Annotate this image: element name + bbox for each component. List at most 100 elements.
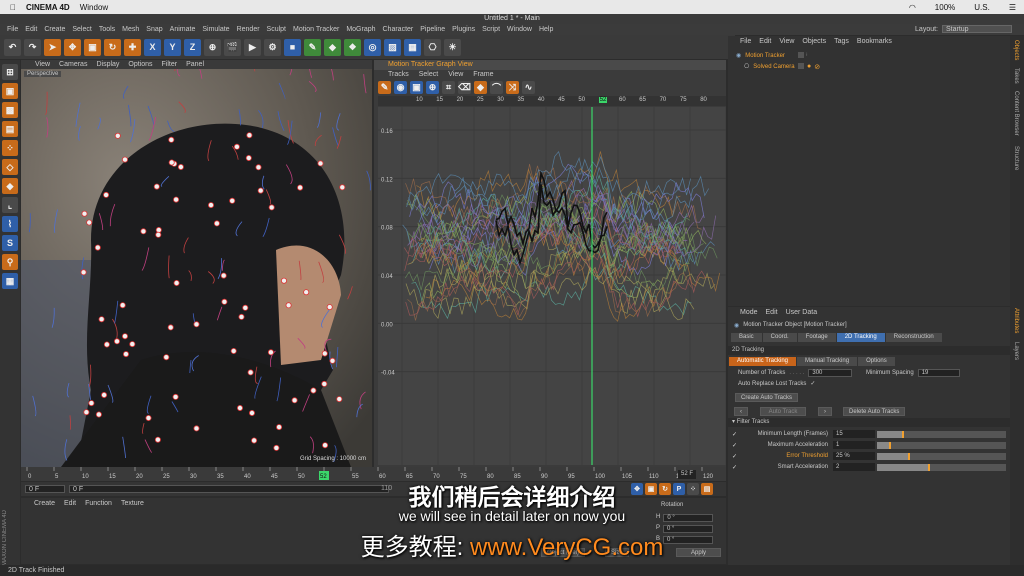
redo-icon[interactable]: ↷ (24, 38, 41, 56)
tab-layers[interactable]: Layers (1013, 342, 1019, 360)
rotate-tool-icon[interactable]: ↻ (104, 38, 121, 56)
track-point[interactable] (339, 184, 346, 191)
attr-tab-4[interactable]: Reconstruction (885, 333, 942, 342)
points-mode-icon[interactable]: ⁘ (2, 140, 18, 156)
graph-tool-curve-icon[interactable]: ⌒ (490, 81, 503, 94)
undo-icon[interactable]: ↶ (4, 38, 21, 56)
track-point[interactable] (193, 425, 200, 432)
track-point[interactable] (167, 324, 174, 331)
track-point[interactable] (247, 369, 254, 376)
track-point[interactable] (80, 269, 87, 276)
graph-tool-frame-icon[interactable]: ▣ (410, 81, 423, 94)
graph-tool-smooth-icon[interactable]: ∿ (522, 81, 535, 94)
track-point[interactable] (268, 204, 275, 211)
tweak-icon[interactable]: ⌇ (2, 216, 18, 232)
light-icon[interactable]: ☀ (444, 38, 461, 56)
track-point[interactable] (140, 228, 147, 235)
track-point[interactable] (246, 132, 253, 139)
track-point[interactable] (291, 397, 298, 404)
track-point[interactable] (329, 357, 336, 364)
track-point[interactable] (168, 136, 175, 143)
object-solved-camera[interactable]: ⎔ Solved Camera (744, 63, 795, 71)
graph-menu-item-1[interactable]: Select (419, 70, 438, 79)
filter-value[interactable]: 15 (833, 430, 875, 438)
filter-slider-knob[interactable] (908, 452, 911, 460)
snap-icon[interactable]: S (2, 235, 18, 251)
track-point[interactable] (280, 277, 287, 284)
layout-dropdown[interactable]: Startup (942, 25, 1012, 33)
camera-icon[interactable]: ⎔ (424, 38, 441, 56)
menu-extra-icon[interactable]: ☰ (1009, 3, 1016, 12)
scale-tool-icon[interactable]: ▣ (84, 38, 101, 56)
graph-tool-track-icon[interactable]: ◉ (394, 81, 407, 94)
menu-item-4[interactable]: Tools (99, 26, 115, 33)
track-point[interactable] (163, 354, 170, 361)
track-point[interactable] (257, 187, 264, 194)
filter-checkbox[interactable]: ✓ (732, 453, 739, 460)
menu-item-15[interactable]: Plugins (452, 26, 475, 33)
render-picture-viewer-icon[interactable]: ▶ (244, 38, 261, 56)
auto-replace-checkbox[interactable]: ✓ (810, 380, 815, 387)
tag-icon[interactable]: ● (807, 63, 811, 71)
track-point[interactable] (145, 414, 152, 421)
model-mode-icon[interactable]: ▣ (2, 83, 18, 99)
track-point[interactable] (98, 316, 105, 323)
y-axis-icon[interactable]: Y (164, 38, 181, 56)
track-point[interactable] (251, 437, 258, 444)
texture-mode-icon[interactable]: ▩ (2, 102, 18, 118)
track-point[interactable] (248, 409, 255, 416)
tab-structure[interactable]: Structure (1013, 146, 1019, 170)
viewport-menu-item-0[interactable]: View (35, 60, 50, 69)
camera-tags[interactable]: ● ⊘ (798, 63, 820, 71)
track-point[interactable] (94, 244, 101, 251)
filter-checkbox[interactable]: ✓ (732, 431, 739, 438)
viewport-menu-item-3[interactable]: Options (128, 60, 152, 69)
create-auto-tracks-button[interactable]: Create Auto Tracks (735, 393, 799, 402)
min-spacing-input[interactable]: 19 (917, 369, 960, 377)
subtab-2[interactable]: Options (858, 357, 895, 366)
graph-tool-key-icon[interactable]: ◆ (474, 81, 487, 94)
track-point[interactable] (86, 219, 93, 226)
coordinate-system-icon[interactable]: ⊕ (204, 38, 221, 56)
menu-item-7[interactable]: Animate (170, 26, 196, 33)
subdivision-icon[interactable]: ◆ (324, 38, 341, 56)
viewport-menu-item-2[interactable]: Display (96, 60, 119, 69)
viewport[interactable] (21, 60, 372, 467)
floor-icon[interactable]: ▦ (404, 38, 421, 56)
num-tracks-input[interactable]: 300 (808, 369, 853, 377)
object-motion-tracker[interactable]: ◉ Motion Tracker (736, 52, 785, 60)
graph-tool-zoom-icon[interactable]: ⊕ (426, 81, 439, 94)
input-source[interactable]: U.S. (974, 3, 990, 12)
axis-mode-icon[interactable]: ⌞ (2, 197, 18, 213)
track-point[interactable] (83, 409, 90, 416)
window-menu[interactable]: Window (80, 3, 108, 12)
menu-item-18[interactable]: Help (539, 26, 553, 33)
track-point[interactable] (114, 338, 121, 345)
auto-track-prev-button[interactable]: ‹ (734, 407, 748, 416)
workplane-icon[interactable]: ▤ (2, 121, 18, 137)
filter-value[interactable]: 25 % (833, 452, 875, 460)
menu-item-0[interactable]: File (7, 26, 18, 33)
track-point[interactable] (267, 349, 274, 356)
track-point[interactable] (122, 333, 129, 340)
filter-slider-knob[interactable] (888, 441, 891, 449)
filter-slider[interactable] (877, 463, 1006, 471)
filter-tracks-header[interactable]: ▾ Filter Tracks (728, 418, 1010, 427)
battery-label[interactable]: 100% (935, 3, 955, 12)
track-point[interactable] (326, 304, 333, 311)
track-point[interactable] (242, 304, 249, 311)
menu-item-9[interactable]: Render (237, 26, 260, 33)
app-menu[interactable]: CINEMA 4D (26, 3, 70, 12)
object-visibility-dots[interactable]: ⁝ (798, 52, 808, 58)
menu-item-10[interactable]: Sculpt (267, 26, 286, 33)
subtab-1[interactable]: Manual Tracking (797, 357, 858, 366)
tab-objects[interactable]: Objects (1013, 40, 1019, 60)
track-point[interactable] (220, 272, 227, 279)
track-point[interactable] (310, 387, 317, 394)
filter-slider[interactable] (877, 452, 1006, 460)
menu-item-5[interactable]: Mesh (122, 26, 139, 33)
menu-item-12[interactable]: MoGraph (346, 26, 375, 33)
track-point[interactable] (154, 436, 161, 443)
track-point[interactable] (101, 391, 108, 398)
track-point[interactable] (255, 164, 262, 171)
